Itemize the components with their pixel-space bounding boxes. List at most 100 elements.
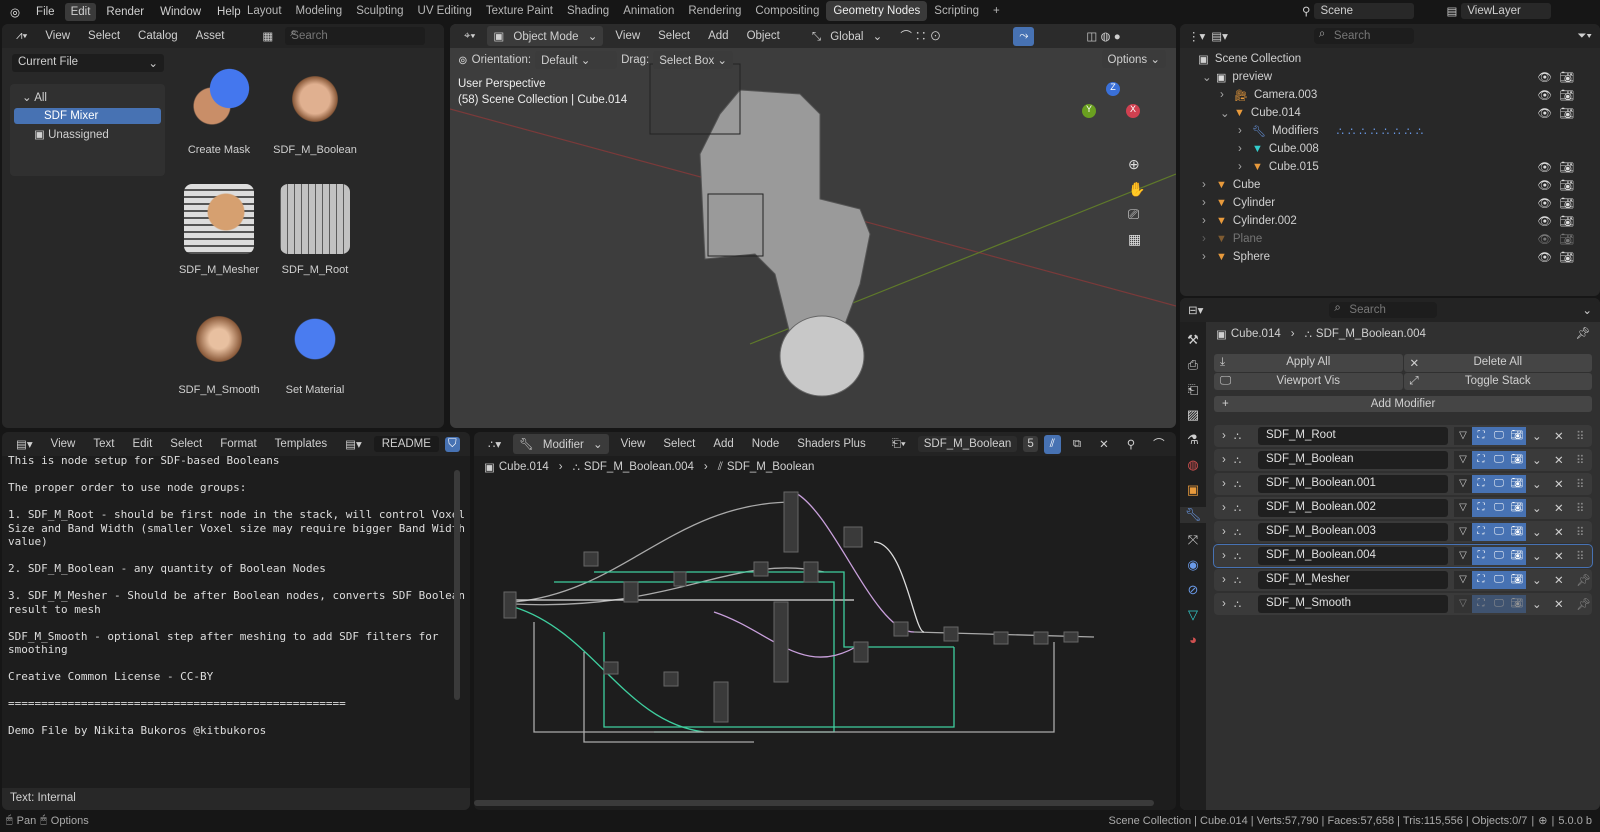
menu-text[interactable]: Text xyxy=(87,435,120,453)
editor-type-icon[interactable]: ⊟▾ xyxy=(1188,303,1203,317)
render-camera-icon[interactable]: 📷︎ xyxy=(1559,196,1574,210)
ortho-grid-icon[interactable]: ▦ xyxy=(1128,231,1145,248)
drag-handle-icon[interactable]: ⠿ xyxy=(1576,501,1584,515)
menu-templates[interactable]: Templates xyxy=(269,435,333,453)
filter-icon[interactable]: ⏷▾ xyxy=(1577,30,1592,43)
chevron-right-icon[interactable]: › xyxy=(1238,161,1252,173)
menu-edit[interactable]: Edit xyxy=(126,435,158,453)
asset-sdf-m-boolean[interactable]: SDF_M_Boolean xyxy=(270,64,360,156)
navigation-gizmo[interactable]: Z X Y xyxy=(1080,78,1150,148)
visibility-eye-icon[interactable]: 👁︎ xyxy=(1537,214,1552,228)
tab-compositing[interactable]: Compositing xyxy=(748,1,826,21)
chevron-right-icon[interactable]: › xyxy=(1222,550,1226,562)
drag-select[interactable]: Select Box ⌄ xyxy=(653,51,734,69)
menu-window[interactable]: Window xyxy=(154,3,207,21)
chevron-right-icon[interactable]: › xyxy=(1202,215,1216,227)
render-camera-icon[interactable]: 📷︎ xyxy=(1559,178,1574,192)
render-icon[interactable]: 📷︎ xyxy=(1508,547,1526,565)
on-cage-icon[interactable]: ⛶ xyxy=(1472,595,1490,613)
chevron-right-icon[interactable]: › xyxy=(1202,179,1216,191)
edit-mode-icon[interactable]: ▽ xyxy=(1454,427,1472,445)
outliner-item[interactable]: › ▼ Cube.015 👁︎ 📷︎ xyxy=(1184,158,1596,176)
viewport-display-icon[interactable]: 🖵︎ xyxy=(1490,523,1508,541)
drag-handle-icon[interactable]: ⠿ xyxy=(1576,549,1584,563)
text-browse-icon[interactable]: ▤▾ xyxy=(339,434,368,454)
pan-hand-icon[interactable]: ✋ xyxy=(1128,181,1145,198)
render-icon[interactable]: 📷︎ xyxy=(1508,571,1526,589)
gizmo-y[interactable]: Y xyxy=(1082,104,1096,118)
modifier-panel[interactable]: › ∴ SDF_M_Root ▽ ⛶ 🖵︎ 📷︎ ⌄ ✕ ⠿ xyxy=(1214,425,1592,447)
visibility-eye-icon[interactable]: 👁︎ xyxy=(1537,88,1552,102)
add-workspace-icon[interactable]: + xyxy=(986,1,1007,21)
duplicate-icon[interactable]: ⧉ xyxy=(466,435,470,454)
outliner-item[interactable]: ⌄ ▣ preview 👁︎ 📷︎ xyxy=(1184,68,1596,86)
on-cage-icon[interactable]: ⛶ xyxy=(1472,547,1490,565)
modifier-name-field[interactable]: SDF_M_Boolean.002 xyxy=(1258,499,1448,517)
remove-x-icon[interactable]: ✕ xyxy=(1554,525,1564,539)
chevron-down-icon[interactable]: ⌄ xyxy=(1220,106,1234,120)
scene-selector[interactable]: ⚲ Scene ▤ ViewLayer xyxy=(1302,2,1552,20)
outliner-item[interactable]: ⌄ ▼ Cube.014 👁︎ 📷︎ xyxy=(1184,104,1596,122)
on-cage-icon[interactable]: ⛶ xyxy=(1472,499,1490,517)
render-icon[interactable]: 📷︎ xyxy=(1508,427,1526,445)
chevron-right-icon[interactable]: › xyxy=(1222,502,1226,514)
gizmo-x[interactable]: X xyxy=(1126,104,1140,118)
edit-mode-icon[interactable]: ▽ xyxy=(1454,523,1472,541)
tab-layout[interactable]: Layout xyxy=(240,1,289,21)
viewport-display-icon[interactable]: 🖵︎ xyxy=(1490,499,1508,517)
tab-uv-editing[interactable]: UV Editing xyxy=(411,1,479,21)
edit-mode-icon[interactable]: ▽ xyxy=(1454,547,1472,565)
viewport-display-icon[interactable]: 🖵︎ xyxy=(1490,571,1508,589)
drag-handle-icon[interactable]: ⠿ xyxy=(1576,453,1584,467)
orientation-select[interactable]: Default ⌄ xyxy=(535,51,618,69)
display-mode-icon[interactable]: ▦ xyxy=(256,26,279,46)
render-icon[interactable]: 📷︎ xyxy=(1508,451,1526,469)
particles-tab-icon[interactable]: ⤧ xyxy=(1188,532,1198,548)
chevron-down-icon[interactable]: ⌄ xyxy=(1532,477,1542,491)
text-content[interactable]: This is node setup for SDF-based Boolean… xyxy=(8,454,465,738)
modifier-name-field[interactable]: SDF_M_Root xyxy=(1258,427,1448,445)
chevron-down-icon[interactable]: ⌄ xyxy=(1532,573,1542,587)
chevron-down-icon[interactable]: ⌄ xyxy=(1532,501,1542,515)
menu-format[interactable]: Format xyxy=(214,435,262,453)
on-cage-icon[interactable]: ⛶ xyxy=(1472,451,1490,469)
visibility-eye-icon[interactable]: 👁︎ xyxy=(1537,250,1552,264)
viewport-display-icon[interactable]: 🖵︎ xyxy=(1490,451,1508,469)
modifier-name-field[interactable]: SDF_M_Boolean.004 xyxy=(1258,547,1448,565)
viewport-vis-button[interactable]: 🖵︎ Viewport Vis xyxy=(1214,372,1403,390)
modifier-name-field[interactable]: SDF_M_Smooth xyxy=(1258,595,1448,613)
chevron-down-icon[interactable]: ⌄ xyxy=(1532,549,1542,563)
options-button[interactable]: Options ⌄ xyxy=(1101,50,1166,68)
fake-user-shield-icon[interactable]: ⛉ xyxy=(444,436,460,452)
text-name-field[interactable]: README xyxy=(373,436,439,452)
chevron-right-icon[interactable]: › xyxy=(1220,89,1234,101)
menu-edit[interactable]: Edit xyxy=(64,3,97,21)
render-icon[interactable]: 📷︎ xyxy=(1508,499,1526,517)
chevron-down-icon[interactable]: ⌄ xyxy=(1532,597,1542,611)
options-dropdown-icon[interactable]: ⌄ xyxy=(1582,303,1592,317)
node-editor[interactable]: ∴▾ 🔧︎ Modifier ⌄ View Select Add Node Sh… xyxy=(474,432,1176,810)
edit-mode-icon[interactable]: ▽ xyxy=(1454,571,1472,589)
outliner-search-input[interactable]: Search xyxy=(1313,28,1414,44)
remove-x-icon[interactable]: ✕ xyxy=(1554,429,1564,443)
tab-scripting[interactable]: Scripting xyxy=(927,1,986,21)
3d-viewport[interactable]: ⌖▾ ▣ Object Mode ⌄ View Select Add Objec… xyxy=(450,24,1176,428)
edit-mode-icon[interactable]: ▽ xyxy=(1454,475,1472,493)
chevron-right-icon[interactable]: › xyxy=(1202,197,1216,209)
material-tab-icon[interactable]: ◕ xyxy=(1189,632,1197,647)
on-cage-icon[interactable]: ⛶ xyxy=(1472,571,1490,589)
render-camera-icon[interactable]: 📷︎ xyxy=(1559,88,1574,102)
on-cage-icon[interactable]: ⛶ xyxy=(1472,427,1490,445)
on-cage-icon[interactable]: ⛶ xyxy=(1472,475,1490,493)
tab-sculpting[interactable]: Sculpting xyxy=(349,1,410,21)
chevron-down-icon[interactable]: ⌄ xyxy=(1532,453,1542,467)
tab-texture-paint[interactable]: Texture Paint xyxy=(479,1,560,21)
view-layer-name[interactable]: ViewLayer xyxy=(1461,3,1552,19)
asset-sdf-m-root[interactable]: SDF_M_Root xyxy=(270,184,360,276)
menu-asset[interactable]: Asset xyxy=(190,27,231,45)
library-select[interactable]: Current File ⌄ xyxy=(12,54,164,72)
drag-handle-icon[interactable]: ⠿ xyxy=(1576,429,1584,443)
chevron-right-icon[interactable]: › xyxy=(1222,598,1226,610)
chevron-right-icon[interactable]: › xyxy=(1222,454,1226,466)
outliner-item[interactable]: › ▼ Cylinder.002 👁︎ 📷︎ xyxy=(1184,212,1596,230)
